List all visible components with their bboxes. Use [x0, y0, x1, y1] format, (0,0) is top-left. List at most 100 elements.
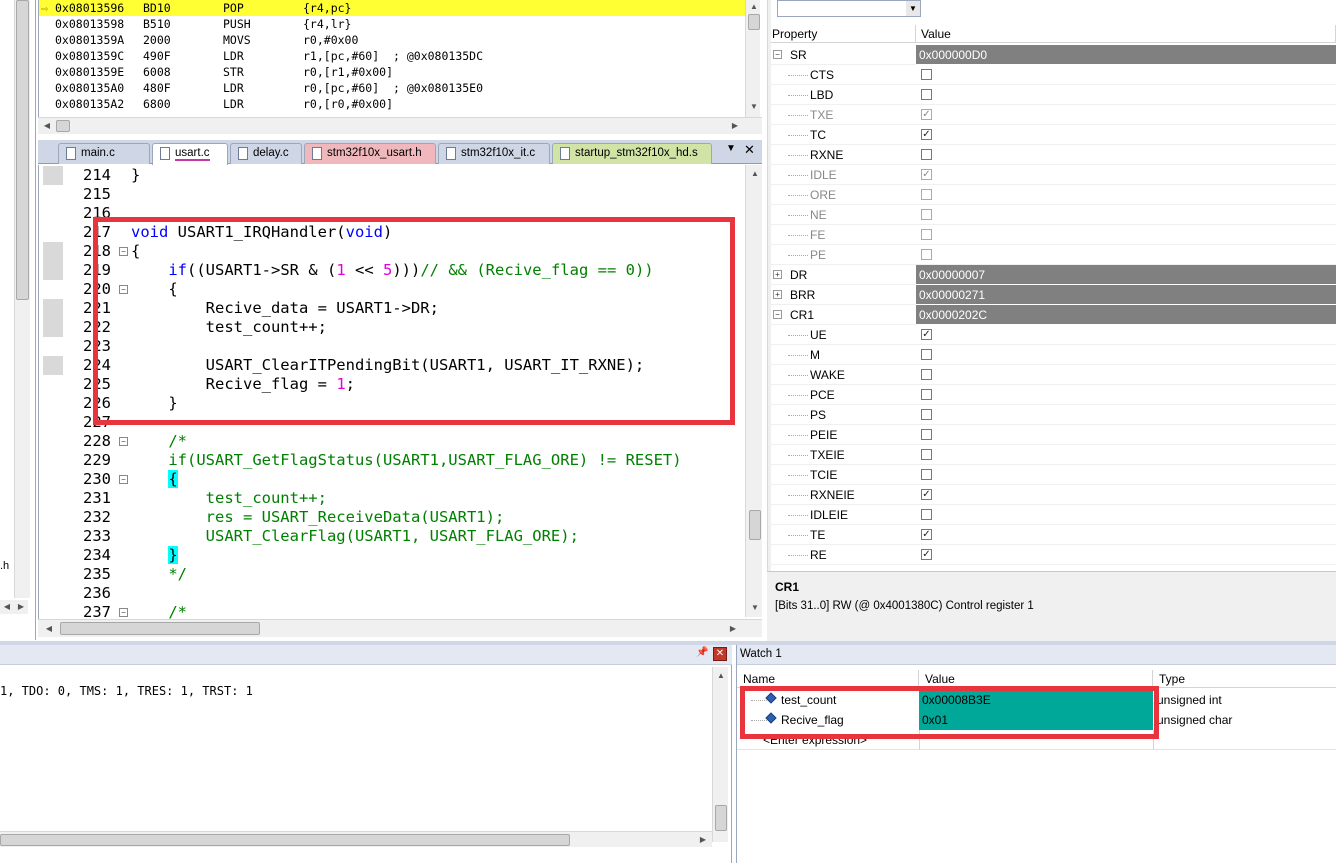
disassembly-row[interactable]: 0x080135A0 480F LDR r0,[pc,#60] ; @0x080135…	[39, 80, 745, 96]
property-row-rxne[interactable]: RXNE	[767, 145, 1336, 165]
breakpoint-gutter-mark[interactable]	[43, 318, 63, 337]
breakpoint-gutter-mark[interactable]	[43, 356, 63, 375]
property-value-cell[interactable]: ✓	[916, 125, 1336, 145]
property-value[interactable]: 0x000000D0	[919, 48, 987, 62]
property-value-cell[interactable]	[916, 345, 1336, 365]
property-value-cell[interactable]: ✓	[916, 525, 1336, 545]
property-value-cell[interactable]: 0x00000007	[916, 265, 1336, 285]
disassembly-row[interactable]: 0x0801359C 490F LDR r1,[pc,#60] ; @0x080135…	[39, 48, 745, 64]
watch-enter-expression[interactable]: <Enter expression>	[737, 730, 1336, 750]
fold-toggle-icon[interactable]: −	[119, 437, 128, 446]
property-value-cell[interactable]	[916, 465, 1336, 485]
watch-value-header[interactable]: Value	[919, 670, 1153, 688]
property-row-cr1[interactable]: − CR1 0x0000202C	[767, 305, 1336, 325]
editor-scroll-up-button[interactable]: ▲	[748, 167, 762, 181]
command-scroll-up-button[interactable]: ▲	[714, 669, 728, 683]
tab-close-icon[interactable]: ✕	[744, 142, 755, 158]
property-row-idle[interactable]: IDLE ✓	[767, 165, 1336, 185]
property-value[interactable]: 0x00000271	[919, 288, 985, 302]
tab-list-dropdown-icon[interactable]: ▼	[726, 143, 736, 154]
checked-checkbox[interactable]: ✓	[921, 329, 932, 340]
close-icon[interactable]: ✕	[713, 647, 727, 661]
property-value-cell[interactable]: ✓	[916, 325, 1336, 345]
property-value[interactable]: 0x0000202C	[919, 308, 987, 322]
property-row-txeie[interactable]: TXEIE	[767, 445, 1336, 465]
disassembly-row[interactable]: 0x0801359A 2000 MOVS r0,#0x00	[39, 32, 745, 48]
property-value-cell[interactable]: ✓	[916, 485, 1336, 505]
property-value-cell[interactable]	[916, 385, 1336, 405]
disassembly-hscrollbar[interactable]: ◀ ▶	[38, 117, 762, 134]
property-row-lbd[interactable]: LBD	[767, 85, 1336, 105]
disassembly-row[interactable]: 0x08013598 B510 PUSH {r4,lr}	[39, 16, 745, 32]
property-value-cell[interactable]	[916, 445, 1336, 465]
watch-value[interactable]: 0x00008B3E	[919, 690, 1153, 710]
disassembly-scroll-up-button[interactable]: ▲	[747, 0, 760, 14]
unchecked-checkbox[interactable]	[921, 249, 932, 260]
command-hscroll-thumb[interactable]	[0, 834, 570, 846]
breakpoint-gutter-mark[interactable]	[43, 166, 63, 185]
unchecked-checkbox[interactable]	[921, 149, 932, 160]
property-column-header[interactable]: Property	[767, 25, 916, 43]
checked-checkbox[interactable]: ✓	[921, 109, 932, 120]
property-value-cell[interactable]: ✓	[916, 545, 1336, 565]
property-value[interactable]: 0x00000007	[919, 268, 985, 282]
property-row-ue[interactable]: UE ✓	[767, 325, 1336, 345]
breakpoint-gutter-mark[interactable]	[43, 261, 63, 280]
editor-scroll-left-button[interactable]: ◀	[42, 622, 56, 636]
disassembly-row[interactable]: 0x0801359E 6008 STR r0,[r1,#0x00]	[39, 64, 745, 80]
property-value-cell[interactable]	[916, 65, 1336, 85]
collapse-icon[interactable]: −	[773, 50, 782, 59]
property-value-cell[interactable]	[916, 245, 1336, 265]
unchecked-checkbox[interactable]	[921, 429, 932, 440]
command-scrollbar[interactable]: ▲	[712, 667, 728, 842]
fold-toggle-icon[interactable]: −	[119, 247, 128, 256]
property-row-pce[interactable]: PCE	[767, 385, 1336, 405]
editor-hscrollbar[interactable]: ◀ ▶	[38, 619, 762, 637]
property-row-m[interactable]: M	[767, 345, 1336, 365]
property-value-cell[interactable]	[916, 205, 1336, 225]
unchecked-checkbox[interactable]	[921, 469, 932, 480]
unchecked-checkbox[interactable]	[921, 189, 932, 200]
property-value-cell[interactable]: ✓	[916, 105, 1336, 125]
property-row-ps[interactable]: PS	[767, 405, 1336, 425]
property-row-te[interactable]: TE ✓	[767, 525, 1336, 545]
property-value-cell[interactable]: ✓	[916, 165, 1336, 185]
tab-usart-c[interactable]: usart.c	[152, 143, 228, 165]
property-row-idleie[interactable]: IDLEIE	[767, 505, 1336, 525]
property-row-brr[interactable]: + BRR 0x00000271	[767, 285, 1336, 305]
property-row-ne[interactable]: NE	[767, 205, 1336, 225]
disassembly-row[interactable]: 0x08013596 BD10 POP {r4,pc} ⇨	[39, 0, 745, 16]
property-value-cell[interactable]	[916, 425, 1336, 445]
unchecked-checkbox[interactable]	[921, 509, 932, 520]
property-value-cell[interactable]: 0x0000202C	[916, 305, 1336, 325]
property-value-cell[interactable]	[916, 225, 1336, 245]
left-panel-scroll-left-button[interactable]: ◀	[0, 600, 14, 614]
property-value-cell[interactable]	[916, 185, 1336, 205]
editor-scrollbar[interactable]: ▲ ▼	[745, 165, 762, 617]
tab-main-c[interactable]: main.c	[58, 143, 150, 164]
property-row-sr[interactable]: − SR 0x000000D0	[767, 45, 1336, 65]
property-row-pe[interactable]: PE	[767, 245, 1336, 265]
editor-hscroll-thumb[interactable]	[60, 622, 260, 635]
breakpoint-gutter-mark[interactable]	[43, 299, 63, 318]
property-row-wake[interactable]: WAKE	[767, 365, 1336, 385]
disassembly-row[interactable]: 0x080135A2 6800 LDR r0,[r0,#0x00]	[39, 96, 745, 112]
unchecked-checkbox[interactable]	[921, 349, 932, 360]
command-scroll-thumb[interactable]	[715, 805, 727, 831]
left-panel-scroll-right-button[interactable]: ▶	[14, 600, 28, 614]
property-row-txe[interactable]: TXE ✓	[767, 105, 1336, 125]
property-row-tc[interactable]: TC ✓	[767, 125, 1336, 145]
unchecked-checkbox[interactable]	[921, 69, 932, 80]
expand-icon[interactable]: +	[773, 270, 782, 279]
disassembly-scrollbar[interactable]: ▲ ▼	[745, 0, 760, 118]
property-value-cell[interactable]	[916, 365, 1336, 385]
watch-type-header[interactable]: Type	[1153, 670, 1336, 688]
watch-value[interactable]: 0x01	[919, 710, 1153, 730]
property-row-rxneie[interactable]: RXNEIE ✓	[767, 485, 1336, 505]
property-value-cell[interactable]	[916, 505, 1336, 525]
property-row-fe[interactable]: FE	[767, 225, 1336, 245]
watch-row-recive-flag[interactable]: Recive_flag 0x01 unsigned char	[737, 710, 1336, 730]
property-row-re[interactable]: RE ✓	[767, 545, 1336, 565]
unchecked-checkbox[interactable]	[921, 449, 932, 460]
property-value-cell[interactable]	[916, 405, 1336, 425]
